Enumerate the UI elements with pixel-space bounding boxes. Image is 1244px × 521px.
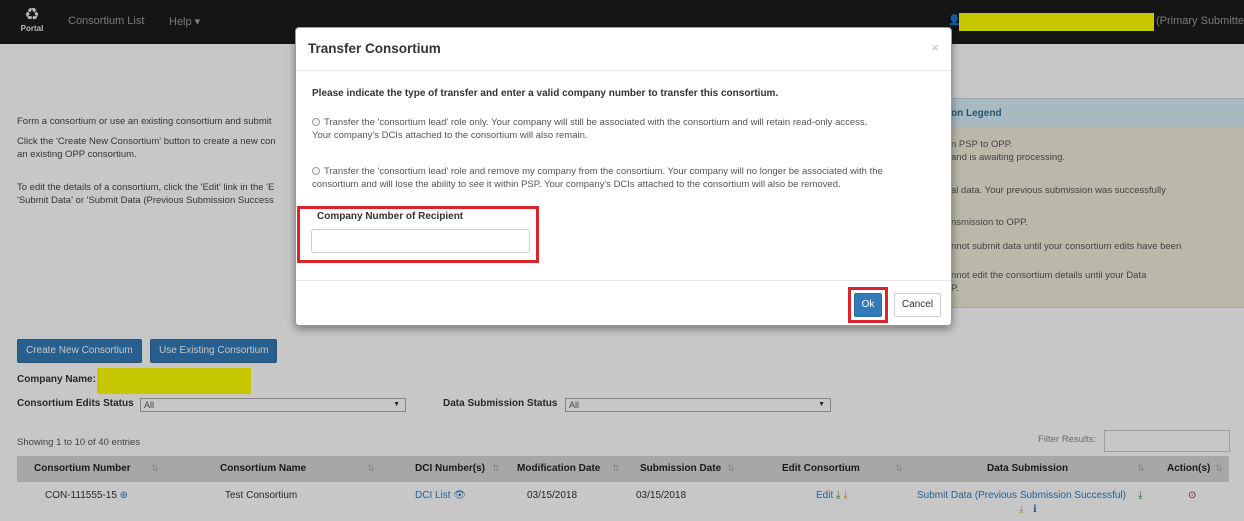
transfer-consortium-modal: Transfer Consortium × Please indicate th… (295, 27, 952, 326)
close-icon[interactable]: × (931, 40, 939, 55)
divider (296, 70, 951, 71)
option-text: Transfer the 'consortium lead' role only… (324, 117, 868, 128)
highlight-box (297, 206, 539, 263)
transfer-option-lead-only[interactable]: Transfer the 'consortium lead' role only… (312, 116, 942, 142)
radio-button[interactable] (312, 118, 320, 126)
highlight-box (848, 287, 888, 323)
modal-title: Transfer Consortium (308, 41, 441, 56)
divider (296, 280, 951, 281)
modal-prompt: Please indicate the type of transfer and… (312, 88, 779, 99)
radio-button[interactable] (312, 167, 320, 175)
option-text: consortium and will lose the ability to … (312, 179, 841, 190)
transfer-option-lead-and-remove[interactable]: Transfer the 'consortium lead' role and … (312, 165, 942, 191)
option-text: Your company's DCIs attached to the cons… (312, 130, 588, 141)
cancel-button[interactable]: Cancel (894, 293, 941, 317)
option-text: Transfer the 'consortium lead' role and … (324, 166, 883, 177)
